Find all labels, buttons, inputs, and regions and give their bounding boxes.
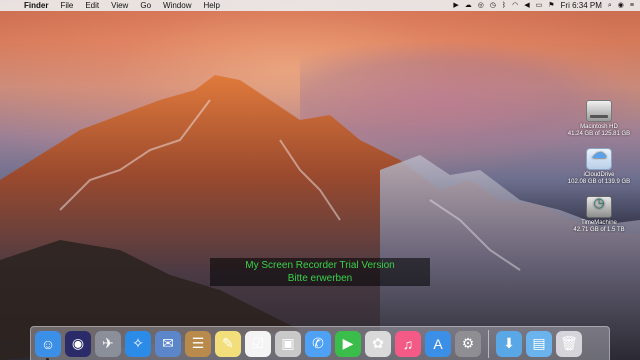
safari-icon[interactable]: ✧ [125,330,151,357]
bluetooth-icon[interactable]: ᛒ [502,0,506,11]
desktop-icon-label: Macintosh HD [580,124,618,130]
hard-drive-icon [586,100,612,122]
time-machine-drive-icon [586,196,612,218]
siri-icon[interactable]: ◉ [65,330,91,357]
wallpaper-mountains [0,75,640,360]
menu-bar: Finder File Edit View Go Window Help ▶ ☁… [0,0,640,11]
spotlight-search-icon[interactable]: ⌕ [608,0,612,11]
menu-bar-status-area: ▶ ☁ ◎ ◷ ᛒ ◠ ◀ ▭ ⚑ Fri 6:34 PM ⌕ ◉ ≡ [453,0,640,11]
watermark-line-2: Bitte erwerben [287,273,353,284]
facetime-icon[interactable]: ▶ [335,330,361,357]
launchpad-icon[interactable]: ✈ [95,330,121,357]
wifi-icon[interactable]: ◠ [512,0,518,11]
desktop-icon-time-machine[interactable]: TimeMachine 42.71 GB of 1.5 TB [564,196,634,234]
desktop-icon-label: TimeMachine [581,220,617,226]
screen-recorder-icon[interactable]: ▶ [453,0,458,11]
photos-icon[interactable]: ✿ [365,330,391,357]
finder-icon[interactable]: ☺ [35,330,61,360]
siri-icon[interactable]: ◉ [618,0,624,11]
itunes-icon[interactable]: ♫ [395,330,421,357]
watermark-line-1: My Screen Recorder Trial Version [245,260,395,271]
messages-icon[interactable]: ✆ [305,330,331,357]
desktop-icon-caption: 102.08 GB of 139.9 GB [567,179,631,185]
menu-window[interactable]: Window [157,0,197,11]
desktop-icon-macintosh-hd[interactable]: Macintosh HD 41.24 GB of 125.81 GB [564,100,634,138]
notification-center-icon[interactable]: ≡ [630,0,634,11]
trial-watermark: My Screen Recorder Trial Version Bitte e… [210,258,430,286]
desktop-icon-caption: 41.24 GB of 125.81 GB [567,131,631,137]
desktop-icon-icloud-drive[interactable]: iCloudDrive 102.08 GB of 139.9 GB [564,148,634,186]
system-preferences-icon[interactable]: ⚙ [455,330,481,357]
mail-stamp-icon[interactable]: ✉ [155,330,181,357]
dock-separator [488,329,489,358]
menu-finder[interactable]: Finder [18,0,54,11]
flag-icon[interactable]: ⚑ [548,0,554,11]
documents-folder-icon[interactable]: ▤ [526,330,552,357]
battery-icon[interactable]: ▭ [536,0,543,11]
trash-icon[interactable]: 🗑 [556,330,582,357]
preview-icon[interactable]: ▣ [275,330,301,357]
menu-edit[interactable]: Edit [79,0,105,11]
notes-icon[interactable]: ✎ [215,330,241,357]
contacts-icon[interactable]: ☰ [185,330,211,357]
desktop-icon-caption: 42.71 GB of 1.5 TB [573,227,625,233]
downloads-folder-icon[interactable]: ⬇ [496,330,522,357]
time-machine-icon[interactable]: ◷ [490,0,496,11]
menu-file[interactable]: File [54,0,79,11]
app-store-icon[interactable]: A [425,330,451,357]
volume-icon[interactable]: ◀ [524,0,529,11]
upload-icon[interactable]: ☁ [465,0,472,11]
menu-go[interactable]: Go [134,0,157,11]
desktop-icon-label: iCloudDrive [583,172,615,178]
dock: ☺ ◉ ✈ ✧ ✉ ☰ ✎ ☑ ▣ ✆ ▶ ✿ ♫ A ⚙ ⬇ ▤ 🗑 [30,326,610,360]
reminders-icon[interactable]: ☑ [245,330,271,357]
menu-bar-clock[interactable]: Fri 6:34 PM [561,1,602,10]
menu-help[interactable]: Help [197,0,225,11]
menu-view[interactable]: View [105,0,134,11]
creative-cloud-icon[interactable]: ◎ [478,0,484,11]
icloud-drive-icon [586,148,612,170]
